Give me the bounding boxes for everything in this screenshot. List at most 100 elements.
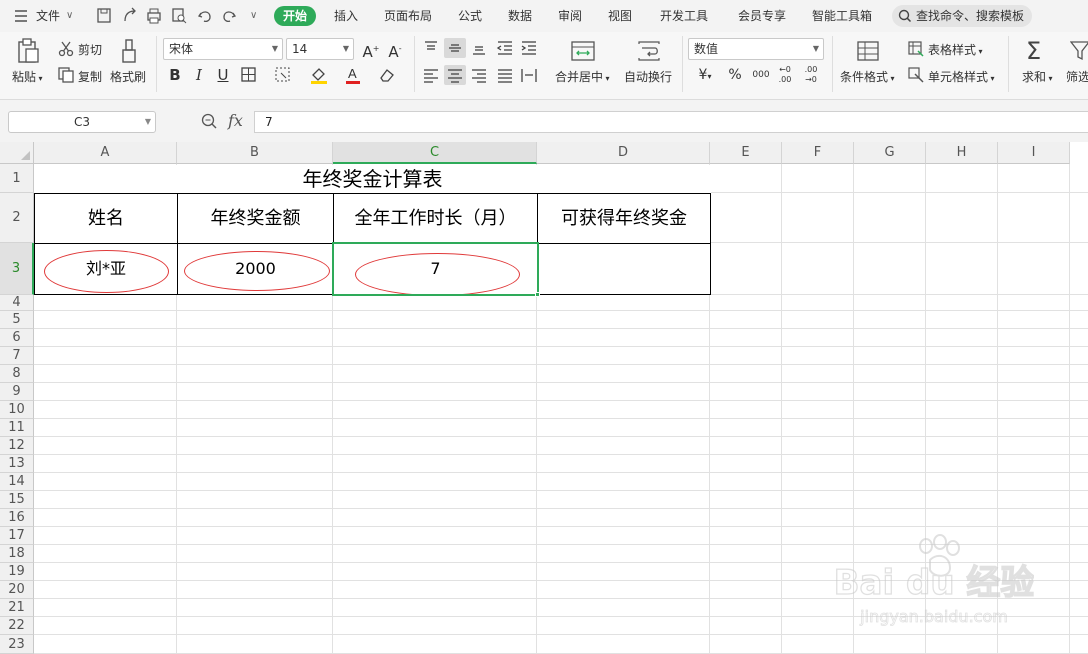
merge-center-button[interactable]: 合并居中 ▾ — [555, 68, 610, 85]
row-header-11[interactable]: 11 — [0, 419, 34, 437]
tab-home[interactable]: 开始 — [274, 6, 317, 26]
header-bonus-amount-cell[interactable]: 年终奖金额 — [177, 193, 334, 244]
decrease-indent-icon[interactable] — [494, 38, 516, 58]
tab-review[interactable]: 审阅 — [558, 0, 582, 32]
function-icon[interactable]: fx — [228, 111, 243, 130]
column-header-a[interactable]: A — [34, 142, 177, 164]
align-bottom-icon[interactable] — [468, 38, 490, 58]
row-header-19[interactable]: 19 — [0, 563, 34, 581]
row-header-12[interactable]: 12 — [0, 437, 34, 455]
row-header-1[interactable]: 1 — [0, 164, 34, 193]
file-menu[interactable]: 文件 — [36, 0, 60, 32]
borders-icon[interactable] — [238, 65, 260, 85]
row-header-22[interactable]: 22 — [0, 617, 34, 635]
increase-decimal-icon[interactable]: ←0.00 — [774, 65, 796, 85]
command-search[interactable]: 查找命令、搜索模板 — [892, 5, 1032, 27]
copy-button[interactable]: 复制 — [78, 68, 102, 85]
paste-button[interactable]: 粘贴 ▾ — [12, 68, 43, 85]
conditional-format-button[interactable]: 条件格式 ▾ — [840, 68, 895, 85]
increase-font-icon[interactable]: A+ — [360, 39, 382, 61]
row-header-15[interactable]: 15 — [0, 491, 34, 509]
column-header-h[interactable]: H — [926, 142, 998, 164]
currency-icon[interactable]: ¥▾ — [694, 65, 716, 85]
row-header-2[interactable]: 2 — [0, 193, 34, 243]
filter-button[interactable]: 筛选 — [1066, 68, 1088, 85]
cell-style-button[interactable]: 单元格样式 ▾ — [928, 68, 995, 85]
save-icon[interactable] — [96, 0, 112, 32]
row-header-17[interactable]: 17 — [0, 527, 34, 545]
row-header-23[interactable]: 23 — [0, 635, 34, 654]
name-box[interactable]: C3 ▼ — [8, 111, 156, 133]
column-header-b[interactable]: B — [177, 142, 333, 164]
fill-handle[interactable] — [535, 292, 540, 297]
print-preview-icon[interactable] — [171, 0, 187, 32]
row-header-16[interactable]: 16 — [0, 509, 34, 527]
align-left-icon[interactable] — [420, 65, 442, 85]
column-header-d[interactable]: D — [537, 142, 710, 164]
row-header-21[interactable]: 21 — [0, 599, 34, 617]
header-work-months-cell[interactable]: 全年工作时长（月） — [333, 193, 538, 244]
sum-button[interactable]: 求和 ▾ — [1022, 68, 1053, 85]
table-style-icon[interactable] — [908, 41, 924, 57]
print-icon[interactable] — [146, 0, 162, 32]
row-header-4[interactable]: 4 — [0, 295, 34, 311]
column-header-f[interactable]: F — [782, 142, 854, 164]
clear-format-icon[interactable] — [376, 65, 398, 85]
format-painter-button[interactable]: 格式刷 — [110, 68, 146, 85]
bold-icon[interactable]: B — [164, 65, 186, 85]
column-header-i[interactable]: I — [998, 142, 1070, 164]
wrap-text-button[interactable]: 自动换行 — [624, 68, 672, 85]
percent-icon[interactable]: % — [724, 65, 746, 85]
thousands-separator-icon[interactable]: 000 — [750, 65, 772, 85]
row-header-9[interactable]: 9 — [0, 383, 34, 401]
row-header-18[interactable]: 18 — [0, 545, 34, 563]
select-all-corner[interactable] — [0, 142, 34, 164]
distributed-align-icon[interactable] — [518, 65, 540, 85]
align-center-icon[interactable] — [444, 65, 466, 85]
tab-formulas[interactable]: 公式 — [458, 0, 482, 32]
paste-icon[interactable] — [16, 38, 40, 64]
underline-icon[interactable]: U — [212, 65, 234, 85]
tab-smart-toolbox[interactable]: 智能工具箱 — [812, 0, 872, 32]
row-header-5[interactable]: 5 — [0, 311, 34, 329]
fill-pattern-icon[interactable] — [272, 65, 294, 85]
cut-button[interactable]: 剪切 — [78, 41, 102, 58]
italic-icon[interactable]: I — [188, 65, 210, 85]
align-top-icon[interactable] — [420, 38, 442, 58]
fill-color-icon[interactable] — [308, 65, 330, 85]
zoom-icon[interactable] — [201, 113, 217, 132]
decrease-decimal-icon[interactable]: .00 →0 — [800, 65, 822, 85]
header-name-cell[interactable]: 姓名 — [34, 193, 178, 244]
cut-icon[interactable] — [58, 41, 74, 57]
conditional-format-icon[interactable] — [856, 40, 880, 62]
data-payable-bonus-cell[interactable] — [537, 243, 711, 295]
sheet-title-cell[interactable]: 年终奖金计算表 — [34, 165, 711, 193]
row-header-7[interactable]: 7 — [0, 347, 34, 365]
tab-page-layout[interactable]: 页面布局 — [384, 0, 432, 32]
undo-icon[interactable] — [197, 0, 213, 32]
redo-icon[interactable] — [221, 0, 237, 32]
copy-icon[interactable] — [58, 67, 74, 83]
header-payable-bonus-cell[interactable]: 可获得年终奖金 — [537, 193, 711, 244]
tab-developer[interactable]: 开发工具 — [660, 0, 708, 32]
number-format-select[interactable]: 数值 ▼ — [688, 38, 824, 60]
decrease-font-icon[interactable]: A- — [384, 39, 406, 61]
column-header-c[interactable]: C — [333, 142, 537, 164]
tab-member[interactable]: 会员专享 — [738, 0, 786, 32]
align-right-icon[interactable] — [468, 65, 490, 85]
row-header-20[interactable]: 20 — [0, 581, 34, 599]
tab-insert[interactable]: 插入 — [334, 0, 358, 32]
sum-icon[interactable]: Σ — [1026, 38, 1041, 64]
font-size-select[interactable]: 14 ▼ — [286, 38, 354, 60]
chevron-down-icon[interactable]: ∨ — [66, 0, 73, 32]
column-header-e[interactable]: E — [710, 142, 782, 164]
align-middle-icon[interactable] — [444, 38, 466, 58]
export-icon[interactable] — [122, 0, 138, 32]
quick-access-chevron-icon[interactable]: ∨ — [250, 0, 257, 32]
cell-style-icon[interactable] — [908, 67, 924, 83]
filter-icon[interactable] — [1070, 40, 1088, 62]
format-painter-icon[interactable] — [118, 38, 140, 64]
formula-input[interactable]: 7 — [254, 111, 1088, 133]
row-header-14[interactable]: 14 — [0, 473, 34, 491]
menu-icon[interactable] — [14, 0, 28, 32]
